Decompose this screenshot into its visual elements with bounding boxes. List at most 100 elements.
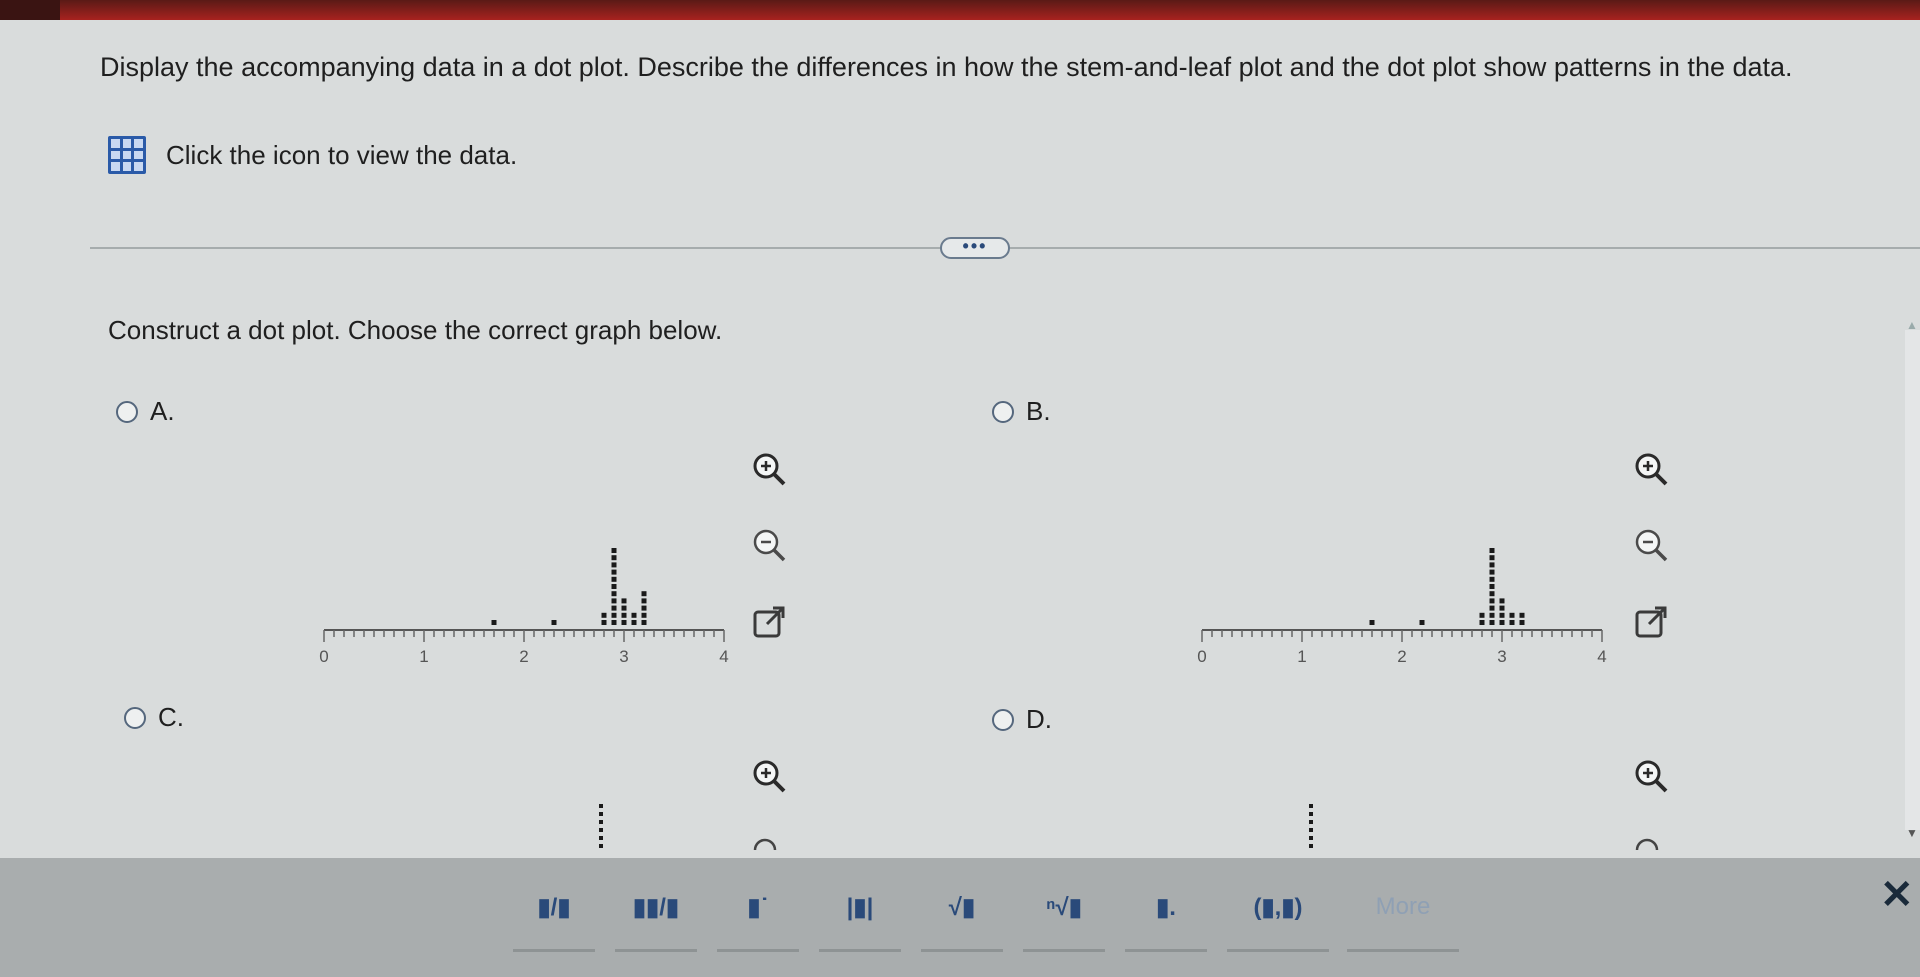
tick-label: 0 [319,647,328,666]
data-dot [1519,612,1525,618]
tick-label: 0 [1197,647,1206,666]
data-dot [601,612,607,618]
square-root-icon: √▮ [948,893,976,921]
problem-prompt: Display the accompanying data in a dot p… [100,52,1793,82]
more-symbols-button[interactable]: More [1343,862,1463,952]
data-dot [1489,555,1495,561]
data-dot [611,562,617,568]
data-dot [621,612,627,618]
data-dot [641,605,647,611]
data-dot [1509,620,1515,625]
option-a-radio[interactable] [116,400,138,423]
option-c-radio[interactable] [124,706,146,729]
tick-label: 4 [1597,647,1606,666]
tick-label: 1 [1297,647,1306,666]
zoom-in-icon[interactable] [1630,756,1672,798]
data-dot [641,591,647,597]
option-d[interactable]: D. [992,704,1052,735]
option-c-label: C. [158,702,184,732]
option-a-dot-plot: 0 1 2 3 4 [319,548,729,666]
data-dot [1489,620,1495,625]
data-dot [611,584,617,589]
absolute-value-button[interactable]: |▮| [815,862,905,952]
open-in-new-window-icon[interactable] [748,601,790,643]
data-dot [641,612,647,618]
zoom-out-icon-partial[interactable] [750,832,780,852]
data-dot [1489,605,1495,611]
tick-label: 1 [419,647,428,666]
data-dot [1519,620,1525,625]
option-a-zoom-controls [748,449,790,643]
option-c-dot-plot-partial [599,804,603,848]
fraction-icon: ▮/▮ [537,893,571,921]
more-symbols-label: More [1375,893,1431,920]
data-dot [611,576,617,582]
data-dot [1479,612,1485,618]
top-banner-corner [0,0,60,20]
nth-root-button[interactable]: ⁿ√▮ [1019,862,1109,952]
data-dot [1489,548,1495,553]
view-data-label[interactable]: Click the icon to view the data. [166,140,517,171]
option-b[interactable]: B. [992,396,1051,427]
tick-label: 2 [519,647,528,666]
open-in-new-window-icon[interactable] [1630,601,1672,643]
zoom-in-icon[interactable] [1630,449,1672,491]
data-dot [1489,584,1495,589]
tick-label: 4 [719,647,728,666]
expand-more-button[interactable]: ••• [940,237,1010,259]
option-d-dot-plot-partial [1309,804,1313,848]
option-b-label: B. [1026,396,1051,426]
question-text: Construct a dot plot. Choose the correct… [108,315,723,345]
option-a-label: A. [150,396,175,426]
exponent-button[interactable]: ▮˙ [713,862,803,952]
fraction-button[interactable]: ▮/▮ [509,862,599,952]
data-dot [631,620,637,625]
zoom-in-icon[interactable] [748,449,790,491]
option-b-dot-plot: 0 1 2 3 4 [1197,548,1607,666]
absolute-value-icon: |▮| [846,893,874,921]
mixed-number-button[interactable]: ▮▮/▮ [611,862,701,952]
square-root-button[interactable]: √▮ [917,862,1007,952]
option-c[interactable]: C. [124,702,184,733]
exponent-icon: ▮˙ [747,893,769,921]
subscript-icon: ▮. [1156,893,1176,921]
data-dot [611,605,617,611]
zoom-in-icon[interactable] [748,756,790,798]
data-dot [1489,598,1495,604]
data-dot [1369,620,1375,625]
data-dot [631,612,637,618]
data-dot [1489,591,1495,597]
data-dot [621,605,627,611]
zoom-out-icon-partial[interactable] [1632,832,1662,852]
data-dot [1499,620,1505,625]
tick-label: 3 [619,647,628,666]
scroll-down-arrow[interactable]: ▼ [1906,826,1918,840]
data-dot [601,620,607,625]
scrollbar-thumb[interactable] [1905,330,1920,830]
tick-label: 2 [1397,647,1406,666]
zoom-out-icon[interactable] [1630,525,1672,567]
data-dot [1489,576,1495,582]
close-toolbar-icon[interactable]: ✕ [1880,872,1914,918]
data-dot [551,620,557,625]
data-dot [1489,569,1495,575]
zoom-out-icon[interactable] [748,525,790,567]
ordered-pair-button[interactable]: (▮,▮) [1223,862,1333,952]
subscript-button[interactable]: ▮. [1121,862,1211,952]
data-dot [1499,612,1505,618]
data-dot [1509,612,1515,618]
view-data-link[interactable]: Click the icon to view the data. [108,136,517,174]
data-dot [1489,562,1495,568]
option-b-radio[interactable] [992,400,1014,423]
data-dot [611,591,617,597]
data-dot [621,620,627,625]
data-table-icon[interactable] [108,136,146,174]
data-dot [611,569,617,575]
nth-root-icon: ⁿ√▮ [1046,893,1082,921]
option-b-zoom-controls [1630,449,1672,643]
data-dot [1419,620,1425,625]
tick-label: 3 [1497,647,1506,666]
option-d-radio[interactable] [992,708,1014,731]
data-dot [611,620,617,625]
option-a[interactable]: A. [116,396,175,427]
